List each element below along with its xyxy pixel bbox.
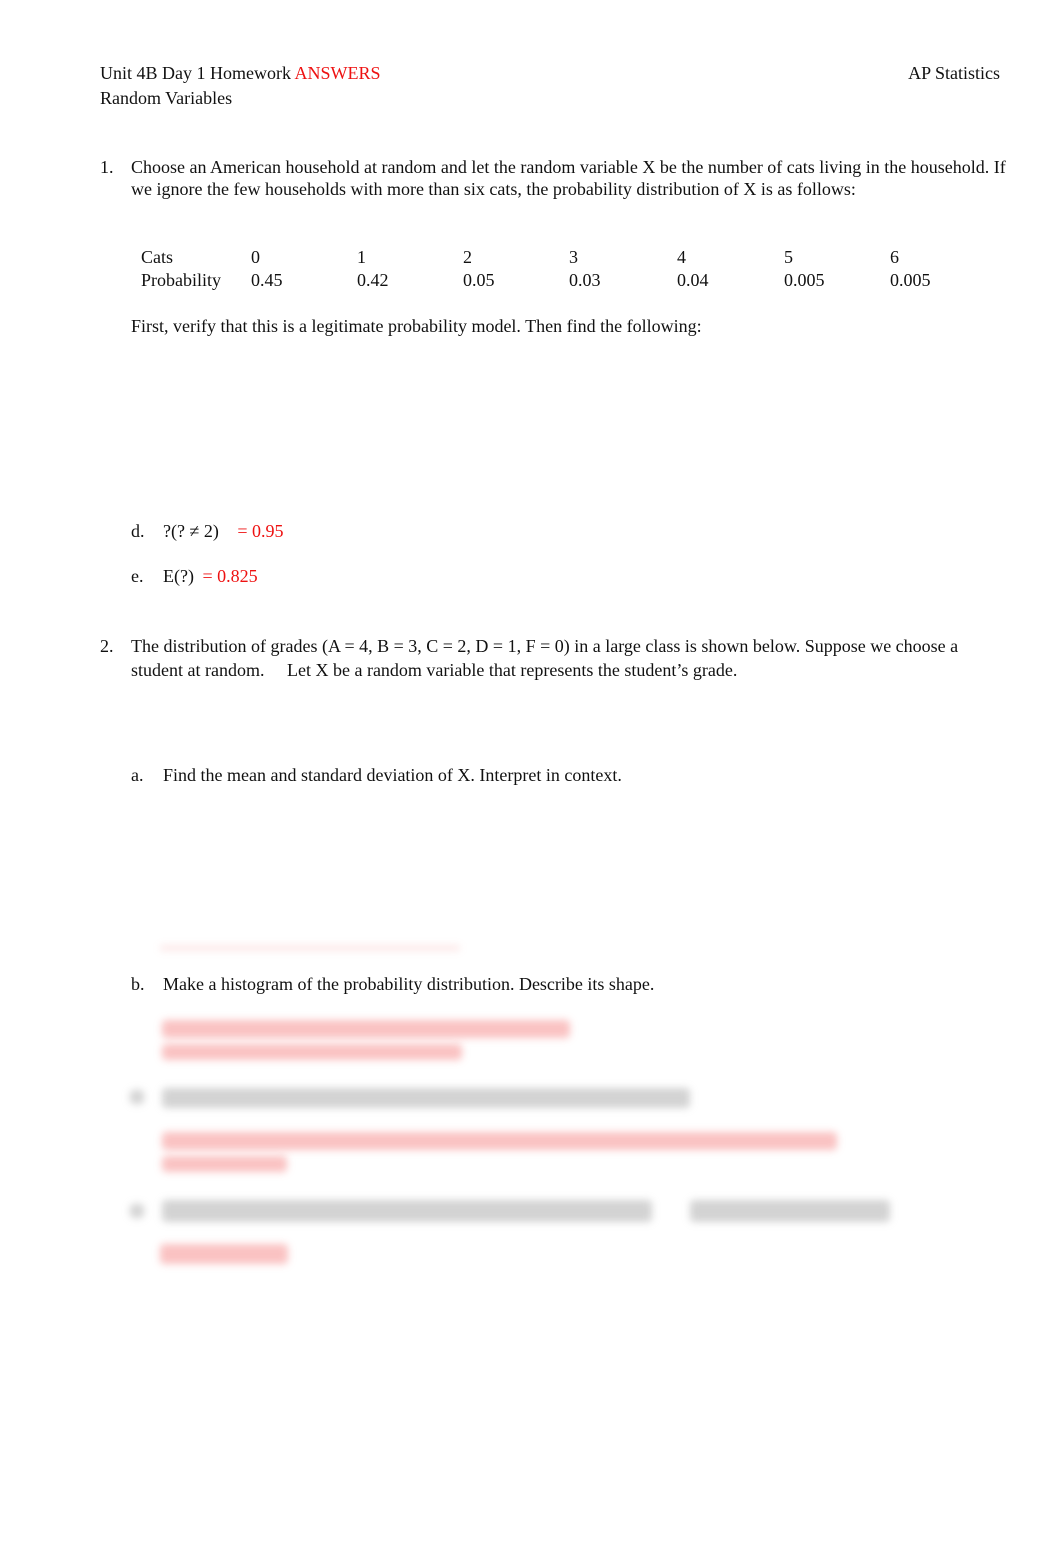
part-e-answer: = 0.825 [202, 566, 258, 586]
part-2b-label: b. [131, 974, 145, 994]
part-d-expression: ?(? ≠ 2) = 0.95 [163, 521, 284, 542]
table-cell: 0.005 [784, 270, 825, 290]
part-2a-text: Find the mean and standard deviation of … [163, 765, 622, 785]
table-cell: 1 [357, 247, 366, 267]
answers-label: ANSWERS [294, 63, 381, 83]
row-label-probability: Probability [141, 270, 221, 290]
part-d-label: d. [131, 521, 145, 541]
question-1-text: Choose an American household at random a… [131, 157, 1006, 199]
blurred-part-label [130, 1090, 144, 1104]
question-1-instruction: First, verify that this is a legitimate … [131, 316, 702, 336]
table-cell: 0.005 [890, 270, 931, 290]
table-cell: 4 [677, 247, 686, 267]
part-d-answer: = 0.95 [237, 521, 284, 541]
blurred-part-label [130, 1204, 144, 1218]
blurred-answer [160, 946, 460, 950]
blurred-question [690, 1200, 890, 1222]
blurred-answer [162, 1044, 462, 1060]
blurred-question [162, 1200, 652, 1222]
question-2-number: 2. [100, 636, 114, 656]
document-subtitle: Random Variables [100, 88, 233, 108]
question-2-text: The distribution of grades (A = 4, B = 3… [131, 634, 1011, 682]
table-cell: 0.45 [251, 270, 283, 290]
document-title: Unit 4B Day 1 Homework ANSWERS [100, 61, 381, 86]
table-cell: 6 [890, 247, 899, 267]
part-2b-text: Make a histogram of the probability dist… [163, 974, 655, 994]
course-name: AP Statistics [908, 63, 1000, 83]
blurred-answer [162, 1020, 570, 1038]
blurred-answer [162, 1156, 287, 1172]
blurred-answer [160, 1244, 288, 1264]
table-cell: 3 [569, 247, 578, 267]
document-header: Unit 4B Day 1 Homework ANSWERS Random Va… [100, 61, 381, 111]
blurred-question [162, 1088, 690, 1108]
table-cell: 2 [463, 247, 472, 267]
table-cell: 0 [251, 247, 260, 267]
question-1-number: 1. [100, 157, 114, 177]
row-label-cats: Cats [141, 247, 174, 267]
question-2-text-second: Let X be a random variable that represen… [286, 660, 738, 680]
blurred-answer [162, 1132, 837, 1150]
table-cell: 0.03 [569, 270, 601, 290]
part-e-expression: E(?) = 0.825 [163, 566, 258, 587]
table-cell: 0.05 [463, 270, 495, 290]
part-e-label: e. [131, 566, 144, 586]
part-d-expression-text: ?(? ≠ 2) [163, 521, 219, 541]
part-2a-label: a. [131, 765, 144, 785]
table-cell: 5 [784, 247, 793, 267]
table-cell: 0.42 [357, 270, 389, 290]
title-text: Unit 4B Day 1 Homework [100, 63, 291, 83]
part-e-expression-text: E(?) [163, 566, 194, 586]
table-cell: 0.04 [677, 270, 709, 290]
